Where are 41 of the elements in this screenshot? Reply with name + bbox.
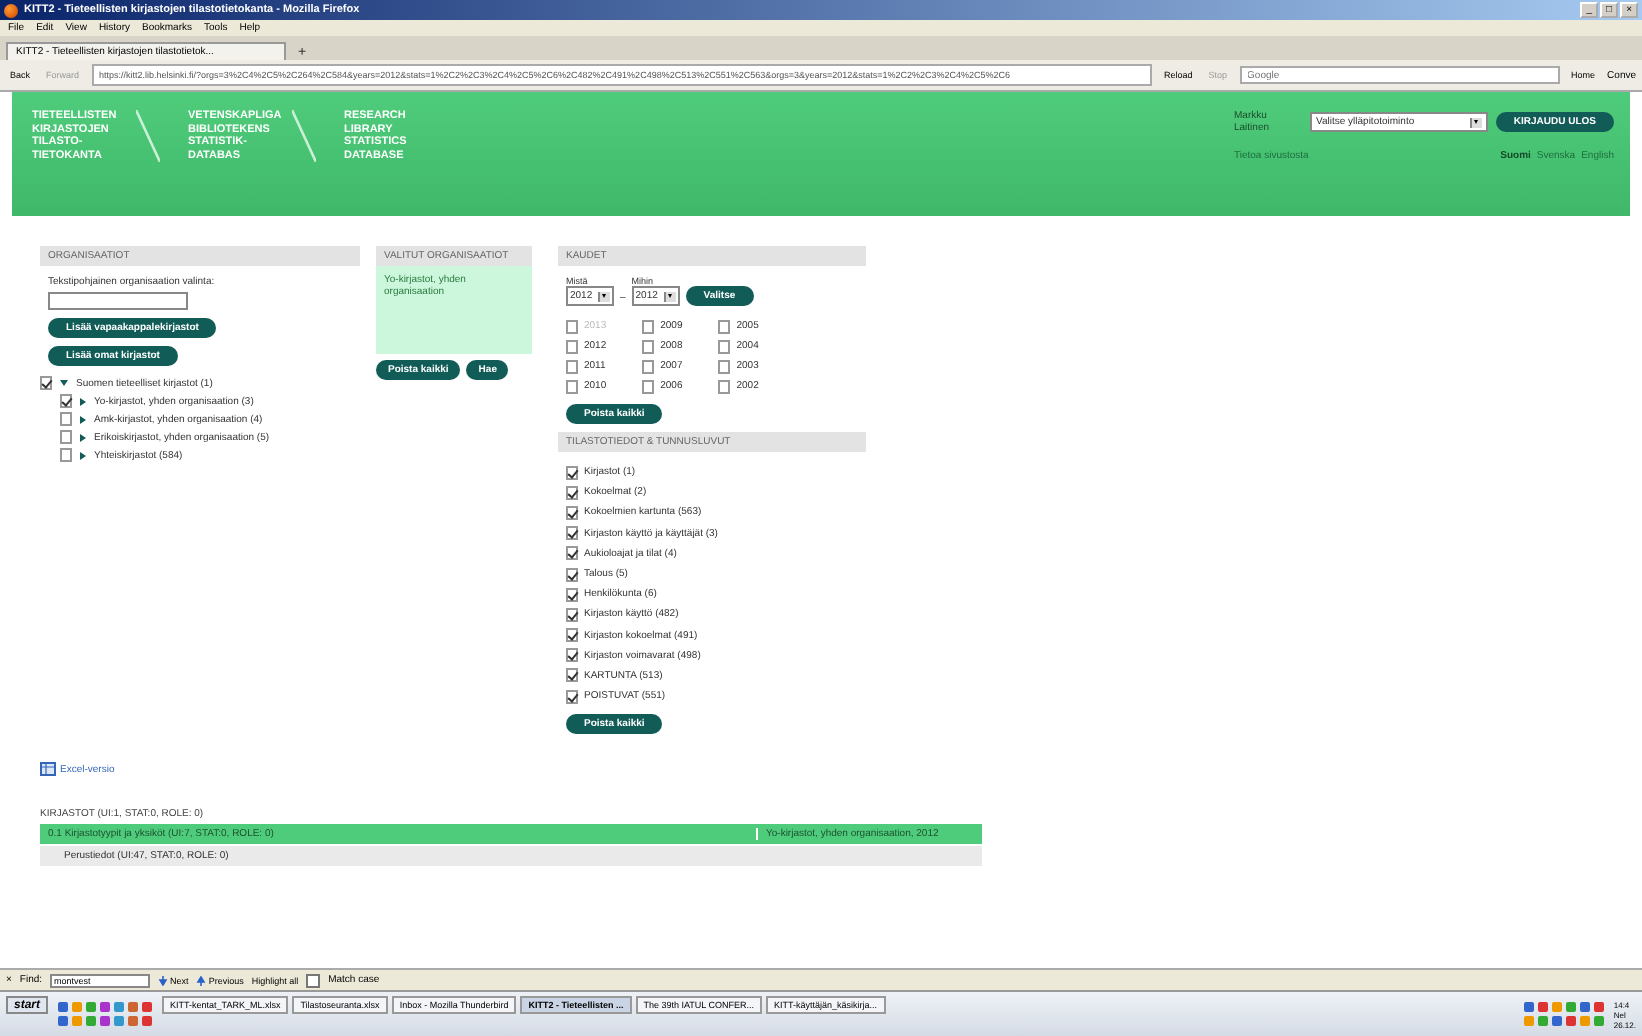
checkbox[interactable] <box>566 689 578 704</box>
system-tray-icons[interactable] <box>1523 1002 1604 1026</box>
checkbox[interactable] <box>566 628 578 643</box>
checkbox[interactable] <box>718 339 731 353</box>
checkbox[interactable] <box>60 430 72 444</box>
spreadsheet-icon <box>40 762 56 777</box>
expand-arrow-icon[interactable] <box>80 397 86 405</box>
checkbox[interactable] <box>566 359 578 373</box>
checkbox[interactable] <box>718 359 731 373</box>
checkbox[interactable] <box>566 546 578 561</box>
browser-logo-icon <box>4 3 18 17</box>
checkbox[interactable] <box>566 485 578 500</box>
quick-launch-icons[interactable] <box>58 1002 153 1026</box>
down-arrow-icon <box>158 975 169 985</box>
checkbox[interactable] <box>566 587 578 602</box>
checkbox[interactable] <box>60 394 72 408</box>
checkbox[interactable] <box>642 359 655 373</box>
checkbox[interactable] <box>566 567 578 582</box>
expand-arrow-icon[interactable] <box>80 433 86 441</box>
checkbox[interactable] <box>642 339 655 353</box>
expand-arrow-icon[interactable] <box>80 451 86 459</box>
checkbox[interactable] <box>60 448 72 462</box>
checkbox[interactable] <box>40 376 52 390</box>
expand-arrow-icon[interactable] <box>60 380 68 386</box>
checkbox[interactable] <box>566 668 578 683</box>
checkbox[interactable] <box>642 379 655 393</box>
checkbox[interactable] <box>718 319 731 333</box>
expand-arrow-icon[interactable] <box>80 415 86 423</box>
checkbox[interactable] <box>718 379 731 393</box>
checkbox[interactable] <box>306 973 321 987</box>
checkbox[interactable] <box>566 465 578 480</box>
checkbox[interactable] <box>642 319 655 333</box>
up-arrow-icon <box>196 975 207 985</box>
organisation-field[interactable] <box>48 292 188 310</box>
checkbox[interactable] <box>60 412 72 426</box>
checkbox[interactable] <box>566 379 578 393</box>
checkbox[interactable] <box>566 648 578 663</box>
checkbox[interactable] <box>566 505 578 520</box>
checkbox[interactable] <box>566 607 578 622</box>
checkbox[interactable] <box>566 339 578 353</box>
checkbox[interactable] <box>566 526 578 541</box>
